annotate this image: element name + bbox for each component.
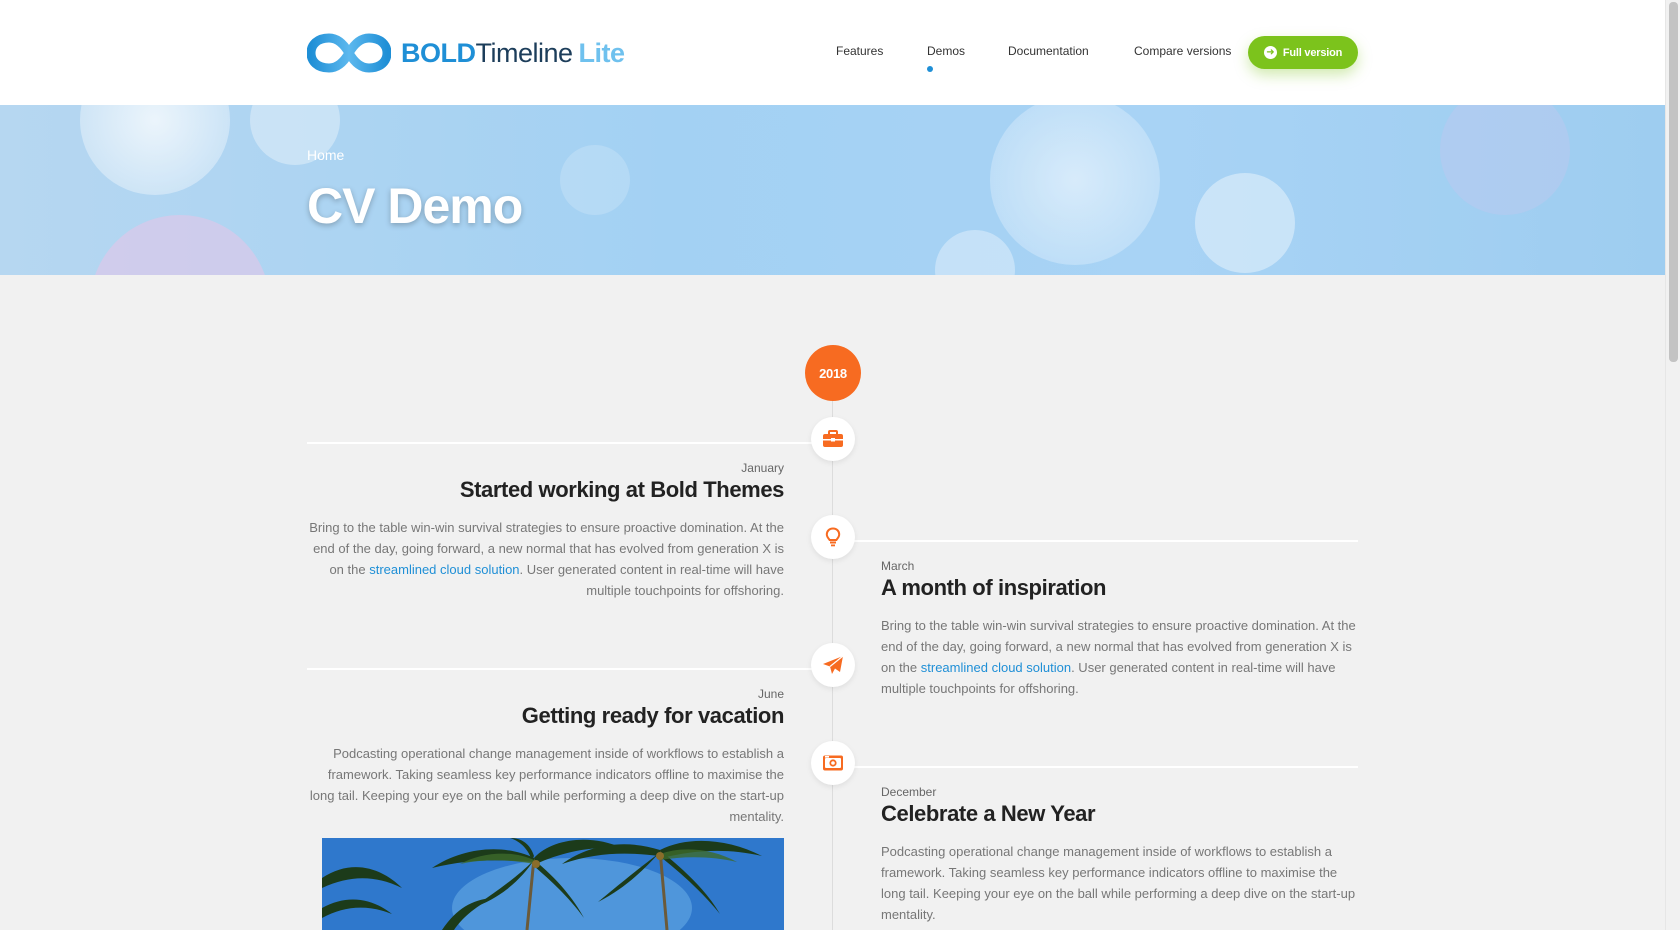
entry-date: March <box>881 559 915 573</box>
timeline-entry: March A month of inspiration Bring to th… <box>881 559 1357 699</box>
full-version-button[interactable]: ➜ Full version <box>1248 36 1358 69</box>
paper-plane-icon <box>823 655 844 674</box>
scrollbar-thumb[interactable] <box>1669 2 1678 362</box>
palm-trees-illustration <box>322 838 784 930</box>
infinity-logo-icon <box>307 33 391 73</box>
timeline-marker <box>811 643 855 687</box>
timeline-divider <box>307 442 832 444</box>
entry-link[interactable]: streamlined cloud solution <box>921 660 1071 675</box>
timeline-marker <box>811 417 855 461</box>
timeline-entry: January Started working at Bold Themes B… <box>308 461 784 601</box>
arrow-right-icon: ➜ <box>1263 46 1277 59</box>
entry-body: Podcasting operational change management… <box>309 746 784 824</box>
entry-date: December <box>881 785 937 799</box>
logo-wordmark: BOLD Timeline Lite <box>401 38 625 69</box>
logo-mid-text: Timeline <box>475 37 574 68</box>
entry-date: June <box>757 687 784 701</box>
palm-trees-photo <box>322 838 784 930</box>
bokeh-light <box>935 230 1015 275</box>
bokeh-light <box>1440 105 1570 215</box>
full-version-label: Full version <box>1282 46 1343 59</box>
page-hero: Home CV Demo <box>0 105 1665 275</box>
active-nav-indicator <box>927 66 933 72</box>
timeline-divider <box>833 766 1358 768</box>
timeline-marker <box>811 741 855 785</box>
bokeh-light <box>90 215 270 275</box>
entry-title: Started working at Bold Themes <box>459 477 785 502</box>
timeline-marker <box>811 515 855 559</box>
entry-title: Getting ready for vacation <box>521 703 785 728</box>
timeline-entry: June Getting ready for vacation Podcasti… <box>308 687 784 827</box>
camera-icon <box>823 755 843 771</box>
year-badge: 2018 <box>805 345 861 401</box>
entry-title: A month of inspiration <box>881 575 1107 600</box>
breadcrumb-home[interactable]: Home <box>307 147 344 163</box>
entry-body: Podcasting operational change management… <box>881 844 1356 922</box>
entry-title: Celebrate a New Year <box>881 801 1096 826</box>
entry-body-text: . User generated content in real-time wi… <box>519 562 784 598</box>
bokeh-light <box>990 105 1160 265</box>
nav-item-documentation[interactable]: Documentation <box>1008 44 1089 58</box>
timeline-divider <box>307 668 832 670</box>
vertical-scrollbar[interactable] <box>1665 0 1680 930</box>
page-title: CV Demo <box>307 178 523 234</box>
entry-body: Bring to the table win-win survival stra… <box>881 615 1357 699</box>
lightbulb-icon <box>825 527 841 547</box>
bokeh-light <box>80 105 230 195</box>
bokeh-light <box>560 145 630 215</box>
nav-item-compare-versions[interactable]: Compare versions <box>1134 44 1231 58</box>
site-header: BOLD Timeline Lite Features Demos Docume… <box>0 0 1665 105</box>
timeline-divider <box>833 540 1358 542</box>
logo-bold-text: BOLD <box>401 37 476 68</box>
briefcase-icon <box>823 430 843 447</box>
timeline-entry: December Celebrate a New Year Podcasting… <box>881 785 1357 925</box>
bokeh-light <box>1195 173 1295 273</box>
nav-item-demos[interactable]: Demos <box>927 44 965 58</box>
entry-link[interactable]: streamlined cloud solution <box>369 562 519 577</box>
entry-body: Bring to the table win-win survival stra… <box>308 517 784 601</box>
nav-item-features[interactable]: Features <box>836 44 883 58</box>
site-logo[interactable]: BOLD Timeline Lite <box>307 30 625 76</box>
entry-date: January <box>741 461 784 475</box>
logo-lite-text: Lite <box>578 37 626 68</box>
